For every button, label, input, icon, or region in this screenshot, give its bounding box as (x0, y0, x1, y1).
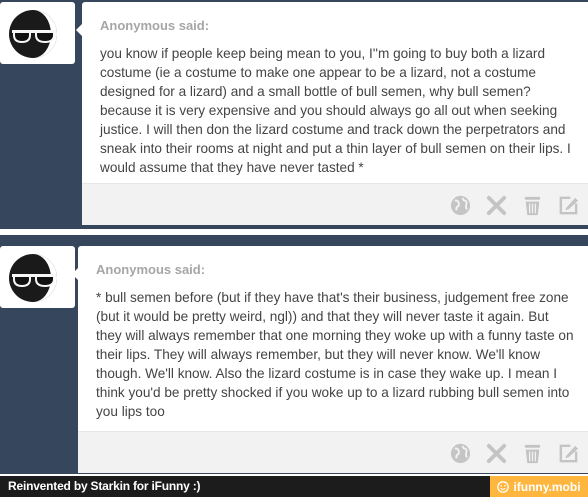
credit-text: Reinvented by Starkin for iFunny :) (8, 479, 201, 493)
credit-bar: Reinvented by Starkin for iFunny :) ifun… (0, 476, 588, 497)
ask-card: Anonymous said: you know if people keep … (76, 2, 588, 225)
edit-icon[interactable] (557, 194, 580, 217)
post-footer (78, 431, 588, 473)
delete-icon[interactable] (485, 194, 508, 217)
asker-label: Anonymous said: (100, 18, 210, 33)
avatar[interactable] (0, 2, 75, 64)
smiley-icon (497, 480, 510, 493)
card-caret (76, 24, 82, 36)
trash-icon[interactable] (521, 442, 544, 465)
avatar[interactable] (0, 246, 75, 308)
asker-label: Anonymous said: (96, 262, 206, 277)
globe-icon[interactable] (449, 442, 472, 465)
edit-icon[interactable] (557, 442, 580, 465)
anon-sunglasses-avatar-icon (9, 10, 57, 58)
ask-post-1: Anonymous said: you know if people keep … (0, 0, 588, 229)
delete-icon[interactable] (485, 442, 508, 465)
watermark-text: ifunny.mobi (513, 479, 581, 494)
card-caret (72, 268, 78, 280)
ask-card: Anonymous said: * bull semen before (but… (72, 246, 588, 473)
question-text: * bull semen before (but if they have th… (96, 290, 574, 419)
question-text: you know if people keep being mean to yo… (100, 46, 571, 175)
post-footer (82, 183, 588, 225)
globe-icon[interactable] (449, 194, 472, 217)
ask-post-2: Anonymous said: * bull semen before (but… (0, 235, 588, 474)
trash-icon[interactable] (521, 194, 544, 217)
anon-sunglasses-avatar-icon (9, 254, 57, 302)
ifunny-watermark: ifunny.mobi (490, 476, 588, 497)
